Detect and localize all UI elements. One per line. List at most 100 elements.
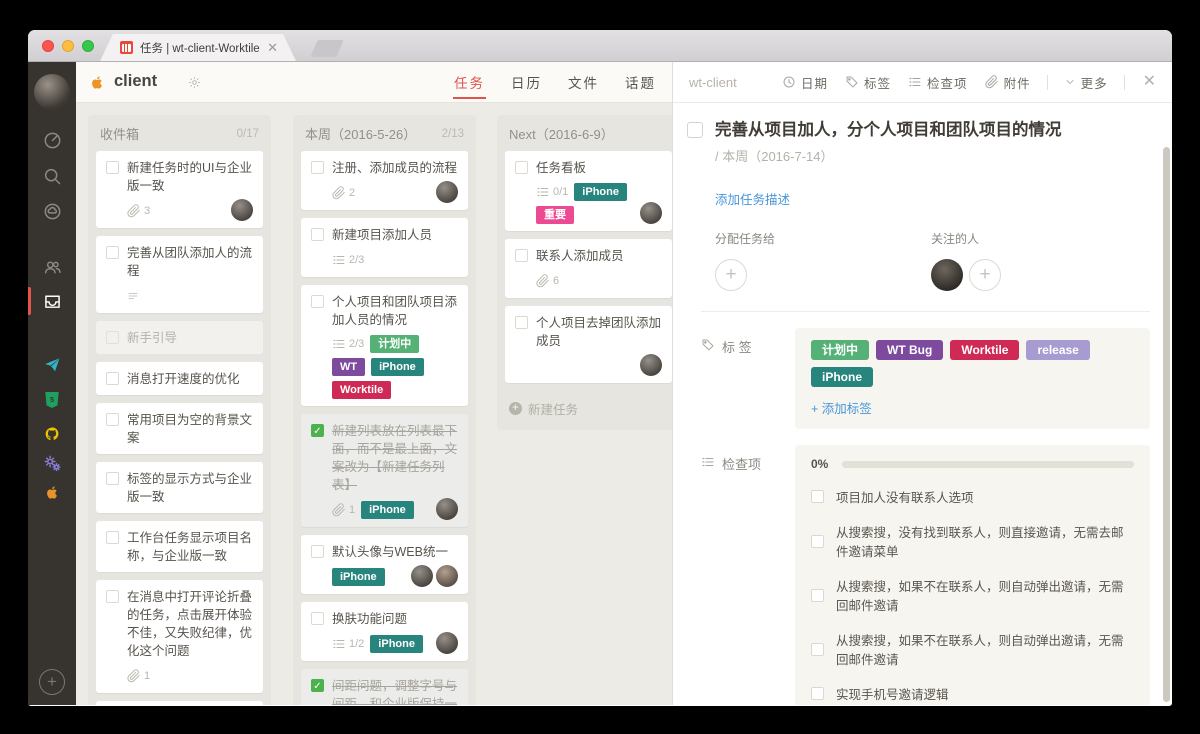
task-card[interactable]: 个人项目和团队项目添加人员的情况 2/3 计划中 WT iPhone Worktile xyxy=(301,285,468,406)
card-checkbox[interactable] xyxy=(311,612,324,625)
sidebar-item-dashboard[interactable] xyxy=(28,123,76,157)
card-checkbox[interactable] xyxy=(106,246,119,259)
checklist-item-checkbox[interactable] xyxy=(811,642,824,656)
task-tag[interactable]: iPhone xyxy=(811,367,874,387)
card-tag[interactable]: iPhone xyxy=(370,635,423,653)
toolbar-clock-button[interactable]: 日期 xyxy=(782,73,828,92)
sidebar-item-inbox[interactable] xyxy=(28,284,76,318)
assignee-avatar[interactable] xyxy=(231,199,253,221)
browser-tab[interactable]: 任务 | wt-client-Worktile ✕ xyxy=(100,34,296,61)
card-checkbox[interactable] xyxy=(106,413,119,426)
tab-close-icon[interactable]: ✕ xyxy=(267,41,278,54)
task-card[interactable]: 新建任务时的UI与企业版一致 3 xyxy=(96,151,263,228)
assignee-avatar[interactable] xyxy=(411,565,433,587)
card-tag[interactable]: iPhone xyxy=(361,501,414,519)
tab-话题[interactable]: 话题 xyxy=(625,62,656,102)
task-card[interactable]: 默认头像与WEB统一 iPhone xyxy=(301,535,468,594)
watcher-avatar[interactable] xyxy=(931,259,963,291)
assignee-avatar[interactable] xyxy=(436,498,458,520)
task-card[interactable]: ✓ 新建列表放在列表最下面，而不是最上面，文案改为【新建任务列表】 1 iPhone xyxy=(301,414,468,527)
task-card[interactable]: 消息打开速度的优化 xyxy=(96,362,263,395)
add-description-link[interactable]: 添加任务描述 xyxy=(715,189,1150,208)
assignee-avatar[interactable] xyxy=(436,565,458,587)
panel-scrollbar-thumb[interactable] xyxy=(1163,147,1170,702)
card-checkbox[interactable]: ✓ xyxy=(311,424,324,437)
add-task-button[interactable]: + 新建任务 xyxy=(497,391,672,428)
card-checkbox[interactable] xyxy=(515,249,528,262)
tab-文件[interactable]: 文件 xyxy=(568,62,599,102)
card-checkbox[interactable] xyxy=(106,372,119,385)
card-checkbox[interactable] xyxy=(311,545,324,558)
task-card[interactable]: 任务看板 0/1 iPhone 重要 xyxy=(505,151,672,231)
add-watcher-button[interactable]: + xyxy=(969,259,1001,291)
task-card[interactable]: 常用项目为空的背景文案 xyxy=(96,403,263,454)
task-card[interactable]: 在消息中打开评论折叠的任务，点击展开体验不佳，又失败纪律，优化这个问题 1 xyxy=(96,580,263,693)
sidebar-item-messages[interactable] xyxy=(28,194,76,228)
task-card[interactable]: ✓间距问题，调整字号与间距，和企业版保持一致4 xyxy=(301,669,468,705)
card-checkbox[interactable] xyxy=(311,228,324,241)
assignee-avatar[interactable] xyxy=(640,202,662,224)
add-assignee-button[interactable]: + xyxy=(715,259,747,291)
task-card[interactable]: 完善从团队添加人的流程 xyxy=(96,236,263,313)
card-checkbox[interactable] xyxy=(311,295,324,308)
task-card[interactable]: 新建项目添加人员 2/3 xyxy=(301,218,468,277)
card-checkbox[interactable] xyxy=(106,472,119,485)
tab-日历[interactable]: 日历 xyxy=(511,62,542,102)
checklist-item-checkbox[interactable] xyxy=(811,490,824,503)
card-tag[interactable]: 重要 xyxy=(536,206,574,224)
sidebar-item-contacts[interactable] xyxy=(28,250,76,284)
card-checkbox[interactable] xyxy=(515,161,528,174)
card-checkbox[interactable] xyxy=(515,316,528,329)
card-tag[interactable]: WT xyxy=(332,358,366,376)
sidebar-item-project-apple[interactable] xyxy=(28,475,76,509)
task-card[interactable]: 日程设置时间的优化 xyxy=(96,701,263,705)
task-checkbox[interactable] xyxy=(687,122,703,138)
task-tag[interactable]: WT Bug xyxy=(876,340,944,360)
close-panel-icon[interactable]: ✕ xyxy=(1143,74,1156,90)
toolbar-tag-button[interactable]: 标签 xyxy=(845,73,891,92)
assignee-avatar[interactable] xyxy=(436,632,458,654)
user-avatar[interactable] xyxy=(34,74,70,110)
card-checkbox[interactable] xyxy=(106,331,119,344)
tab-任务[interactable]: 任务 xyxy=(453,62,486,102)
sidebar-item-search[interactable] xyxy=(28,159,76,193)
project-settings-gear-icon[interactable] xyxy=(188,76,201,94)
card-tag[interactable]: Worktile xyxy=(332,381,392,399)
task-title[interactable]: 完善从项目加人，分个人项目和团队项目的情况 xyxy=(715,118,1150,142)
task-card[interactable]: 新手引导 xyxy=(96,321,263,354)
add-tag-link[interactable]: + 添加标签 xyxy=(811,398,1134,417)
task-card[interactable]: 联系人添加成员 6 xyxy=(505,239,672,298)
card-tag[interactable]: iPhone xyxy=(574,183,627,201)
card-tag[interactable]: 计划中 xyxy=(370,335,420,353)
minimize-window-button[interactable] xyxy=(62,40,74,52)
task-tag[interactable]: Worktile xyxy=(950,340,1020,360)
task-card[interactable]: 工作台任务显示项目名称，与企业版一致 xyxy=(96,521,263,572)
checklist-item-checkbox[interactable] xyxy=(811,534,824,548)
assignee-avatar[interactable] xyxy=(640,354,662,376)
close-window-button[interactable] xyxy=(42,40,54,52)
checklist-item-checkbox[interactable] xyxy=(811,687,824,700)
card-checkbox[interactable] xyxy=(311,161,324,174)
card-checkbox[interactable] xyxy=(106,590,119,603)
toolbar-checklist-button[interactable]: 检查项 xyxy=(908,73,968,92)
task-card[interactable]: 个人项目去掉团队添加成员 xyxy=(505,306,672,383)
toolbar-paperclip-button[interactable]: 附件 xyxy=(984,73,1031,92)
checklist-item-checkbox[interactable] xyxy=(811,588,824,602)
task-tag[interactable]: release xyxy=(1026,340,1090,360)
card-tag[interactable]: iPhone xyxy=(371,358,424,376)
card-checkbox[interactable] xyxy=(106,531,119,544)
task-card[interactable]: 注册、添加成员的流程 2 xyxy=(301,151,468,210)
new-tab-button[interactable] xyxy=(310,40,344,57)
sidebar-item-project-html5[interactable]: 5 xyxy=(28,383,76,417)
more-button[interactable]: 更多 xyxy=(1064,73,1108,92)
zoom-window-button[interactable] xyxy=(82,40,94,52)
card-checkbox[interactable]: ✓ xyxy=(311,679,324,692)
card-checkbox[interactable] xyxy=(106,161,119,174)
task-card[interactable]: 标签的显示方式与企业版一致 xyxy=(96,462,263,513)
assignee-avatar[interactable] xyxy=(436,181,458,203)
task-card[interactable]: 换肤功能问题 1/2 iPhone xyxy=(301,602,468,661)
add-project-button[interactable]: + xyxy=(39,669,65,695)
card-tag[interactable]: iPhone xyxy=(332,568,385,586)
task-tag[interactable]: 计划中 xyxy=(811,340,870,360)
sidebar-item-project-plane[interactable] xyxy=(28,348,76,382)
